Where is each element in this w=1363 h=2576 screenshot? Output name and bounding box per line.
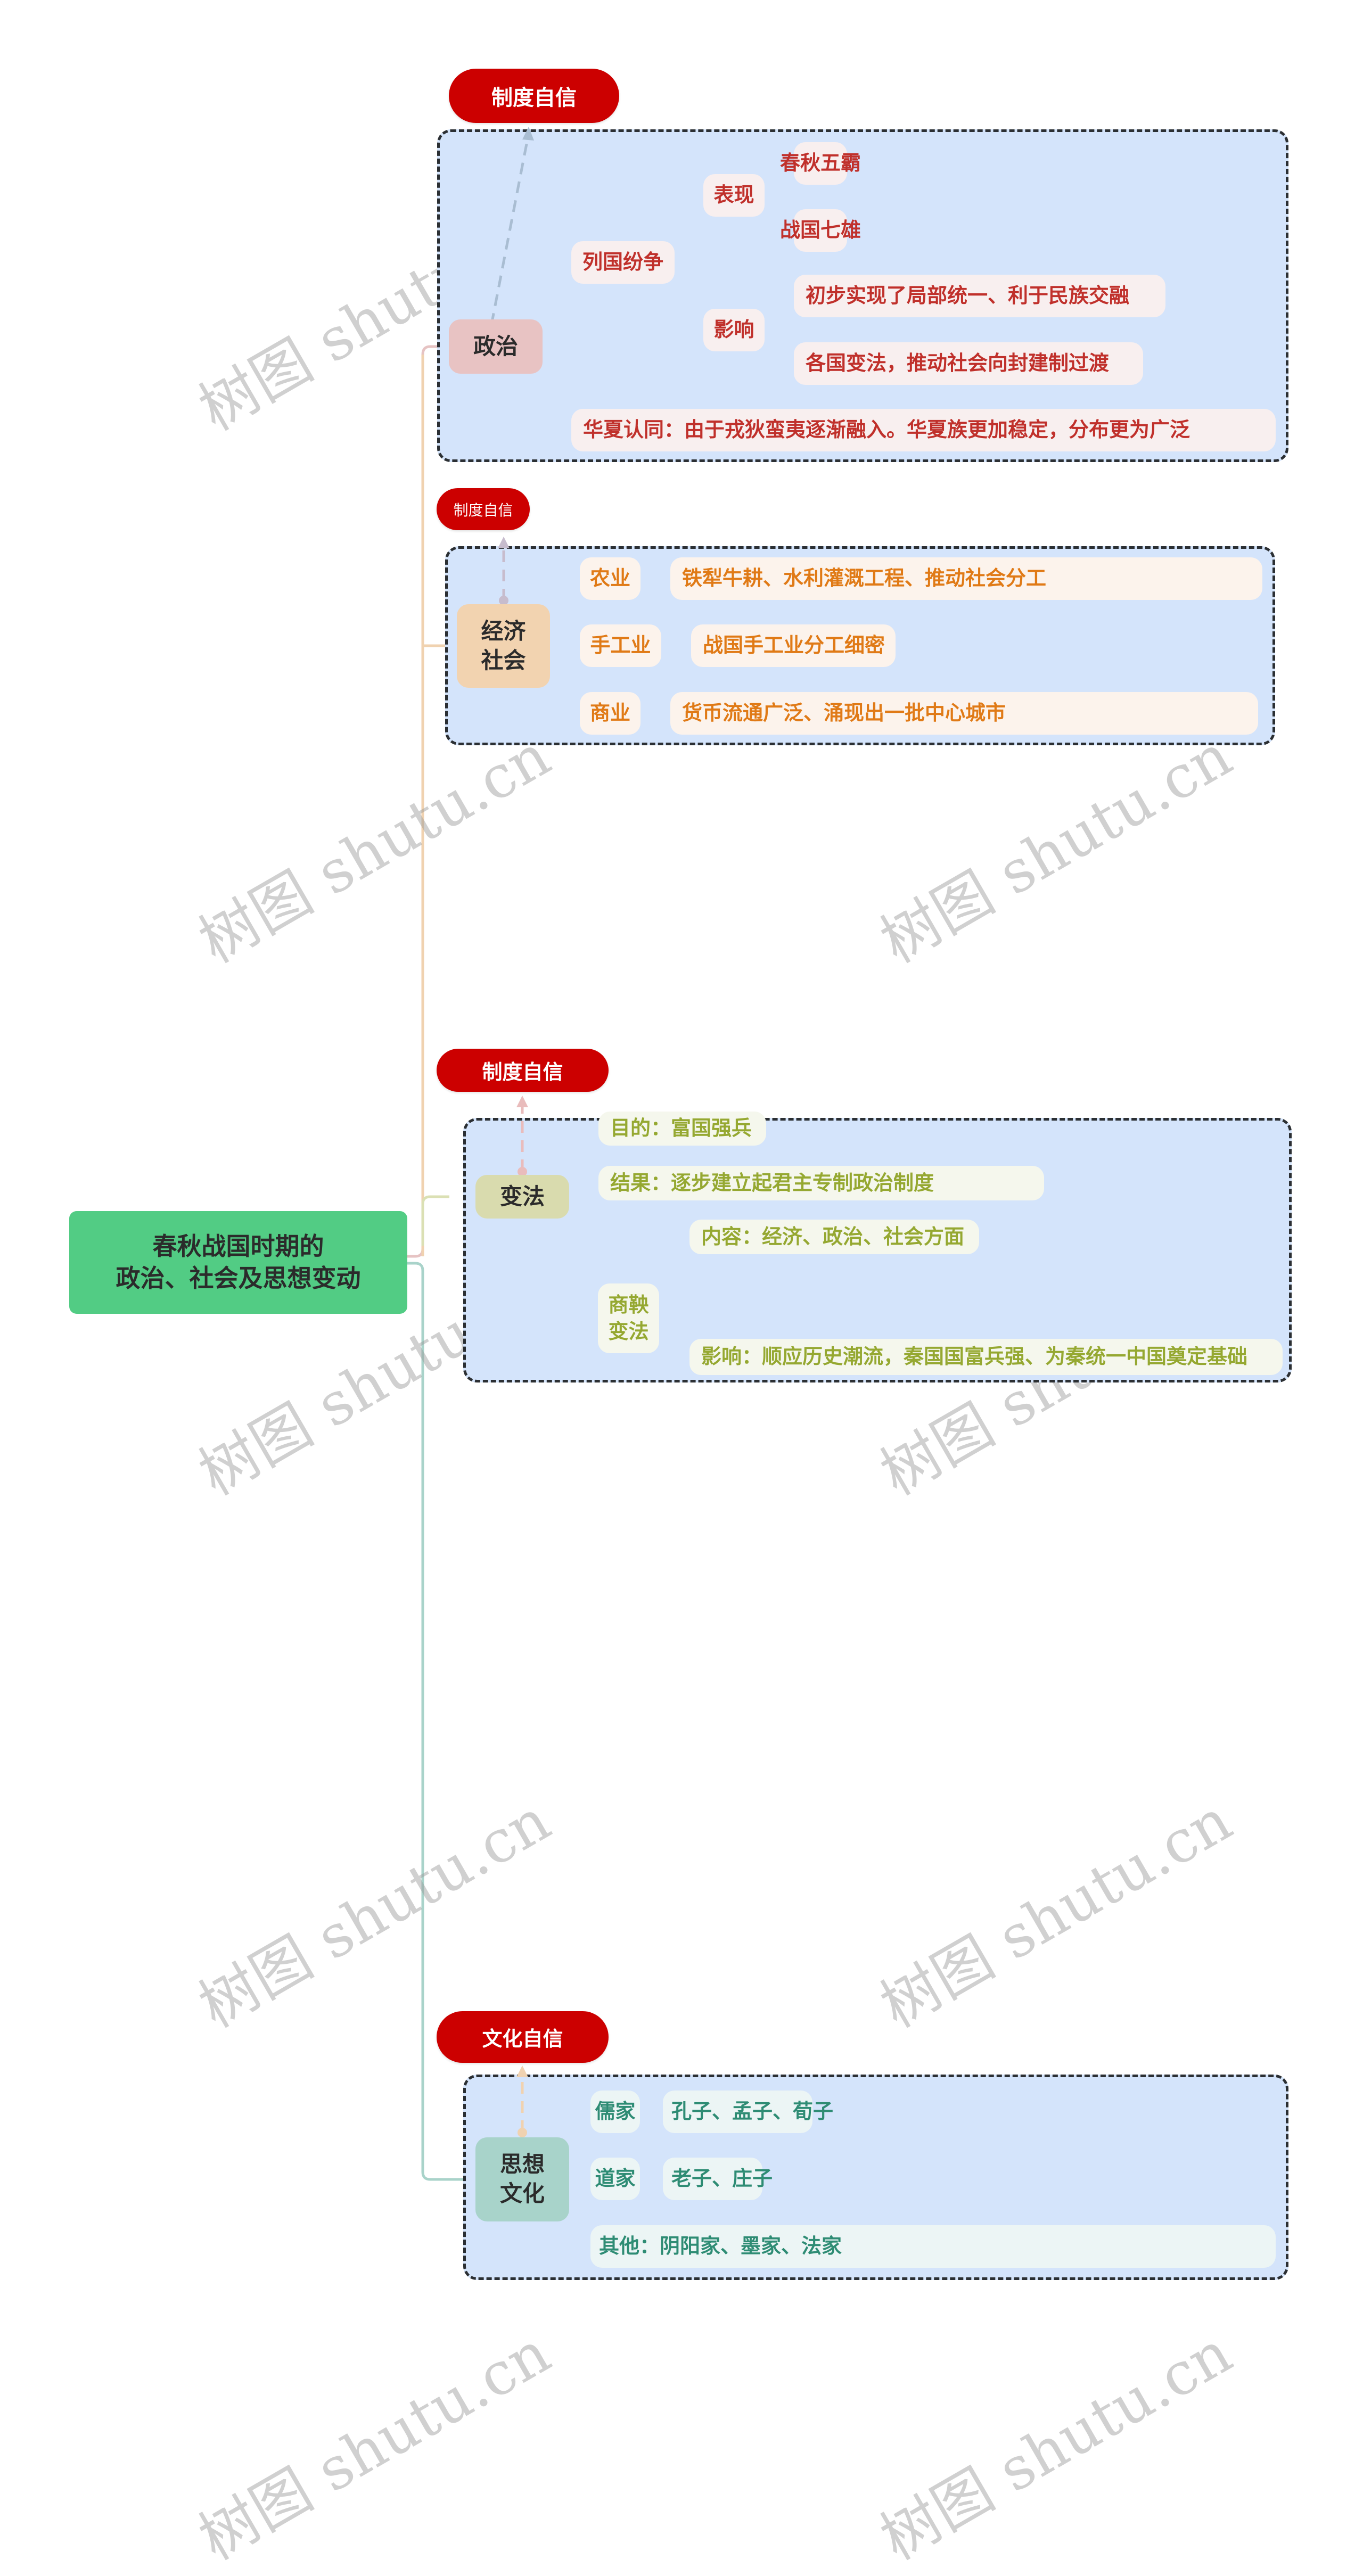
subtopic-confucianism[interactable]: 儒家	[590, 2091, 640, 2133]
subtopic-other-schools[interactable]: 其他：阴阳家、墨家、法家	[590, 2225, 1276, 2268]
relationship-arrow-culture	[516, 2065, 528, 2137]
subtopic-taoism[interactable]: 道家	[590, 2158, 640, 2200]
topic-culture-line2: 文化	[499, 2180, 545, 2207]
leaf-confucian-thinkers[interactable]: 孔子、孟子、荀子	[663, 2091, 833, 2133]
topic-culture-line1: 思想	[499, 2151, 545, 2178]
topic-thought-culture[interactable]: 思想 文化	[475, 2137, 569, 2221]
leaf-taoist-thinkers[interactable]: 老子、庄子	[663, 2158, 773, 2200]
